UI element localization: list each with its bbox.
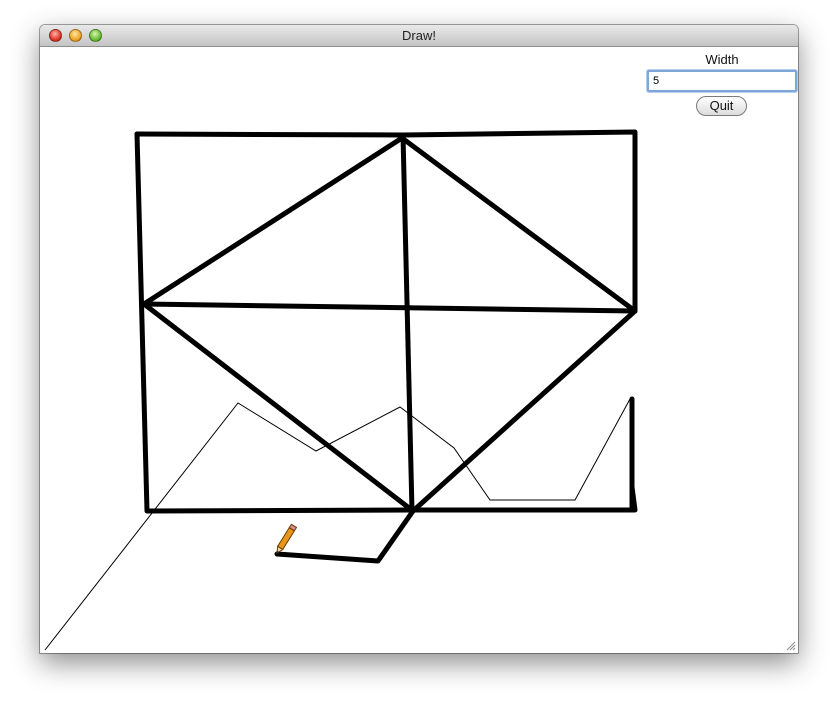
thick-line-left-side xyxy=(134,131,638,514)
thick-line-upper-diamond xyxy=(141,135,638,314)
title-bar[interactable]: Draw! xyxy=(40,25,798,47)
thick-strokes xyxy=(134,129,638,564)
thick-line-lower-diamond xyxy=(141,301,638,514)
thick-line-middle-vertical xyxy=(400,132,415,514)
pencil-icon xyxy=(276,523,298,554)
resize-grip-icon[interactable] xyxy=(786,641,796,651)
width-input[interactable] xyxy=(647,70,797,92)
app-window: Draw! Width 5 Quit xyxy=(40,25,798,653)
drawing-canvas[interactable] xyxy=(40,47,798,653)
width-label: Width xyxy=(705,52,739,67)
thick-line-top-rect xyxy=(134,129,638,314)
thick-line-bottom-hook xyxy=(274,508,416,564)
window-title: Draw! xyxy=(402,28,436,43)
window-content: Width Quit xyxy=(40,47,798,653)
quit-button[interactable]: Quit xyxy=(696,96,747,116)
thin-polyline xyxy=(44,398,631,651)
thick-line-horizontal xyxy=(141,301,638,314)
